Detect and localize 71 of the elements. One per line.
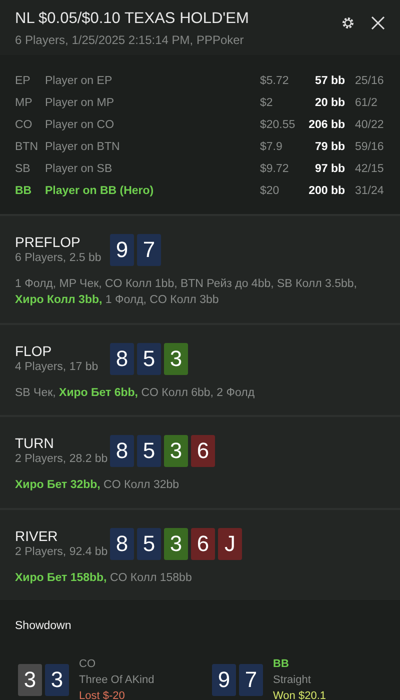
playing-card: 3 xyxy=(164,342,188,374)
player-name: Player on MP xyxy=(45,96,116,111)
player-stats: 61/2 xyxy=(354,96,378,111)
street-actions: Хиро Бет 32bb, CO Колл 32bb xyxy=(15,478,180,493)
street-info: 2 Players, 92.4 bb xyxy=(15,546,109,558)
showdown-position: CO xyxy=(79,658,96,670)
player-name: Player on BB (Hero) xyxy=(45,184,155,199)
playing-card: 9 xyxy=(110,234,134,266)
player-stats: 31/24 xyxy=(354,184,385,199)
street-info: 2 Players, 28.2 bb xyxy=(15,453,109,465)
player-bb: 97 bb xyxy=(314,162,345,177)
player-stack: $5.72 xyxy=(260,74,290,89)
player-bb: 206 bb xyxy=(308,118,345,133)
player-stack: $20.55 xyxy=(260,118,296,133)
player-bb: 79 bb xyxy=(314,140,345,155)
playing-card: 7 xyxy=(137,234,161,266)
player-name: Player on SB xyxy=(45,162,114,177)
player-position: SB xyxy=(15,162,32,177)
playing-card: 6 xyxy=(191,435,215,467)
playing-card: 6 xyxy=(191,528,215,560)
player-bb: 20 bb xyxy=(314,96,345,111)
settings-icon[interactable] xyxy=(341,16,355,30)
playing-card: 3 xyxy=(164,528,188,560)
player-stack: $2 xyxy=(260,96,274,111)
street-actions: SB Чек, Хиро Бет 6bb, CO Колл 6bb, 2 Фолд xyxy=(15,386,256,400)
player-stats: 25/16 xyxy=(354,74,385,89)
street-name: TURN xyxy=(15,435,55,451)
player-stats: 59/16 xyxy=(354,140,385,155)
playing-card: 5 xyxy=(137,528,161,560)
playing-card: 9 xyxy=(212,664,236,696)
playing-card: 5 xyxy=(137,342,161,374)
street-name: FLOP xyxy=(15,342,53,358)
player-position: CO xyxy=(15,118,34,133)
hand-rank: Three Of AKind xyxy=(79,674,154,686)
street-name: RIVER xyxy=(15,528,59,544)
player-stats: 40/22 xyxy=(354,118,385,133)
player-position: BTN xyxy=(15,140,39,155)
playing-card: 8 xyxy=(110,435,134,467)
close-icon[interactable] xyxy=(371,16,385,30)
playing-card: 5 xyxy=(137,435,161,467)
playing-card: J xyxy=(218,528,242,560)
street-info: 4 Players, 17 bb xyxy=(15,360,100,372)
playing-card: 8 xyxy=(110,342,134,374)
street-actions: 1 Фолд, MP Чек, CO Колл 1bb, BTN Рейз до 4bb, SB Колл 3.5bb, Хиро Колл 3bb, 1 Фолд, CO Колл 3bb xyxy=(15,276,358,308)
hand-subtitle: 6 Players, 1/25/2025 2:15:14 PM, PPPoker xyxy=(15,33,245,47)
player-stack: $20 xyxy=(260,184,280,199)
playing-card: 3 xyxy=(164,435,188,467)
street-info: 6 Players, 2.5 bb xyxy=(15,252,102,264)
hand-result: Lost $-20 xyxy=(79,690,126,700)
street-actions: Хиро Бет 158bb, CO Колл 158bb xyxy=(15,570,193,586)
player-stack: $7.9 xyxy=(260,140,284,155)
playing-card: 3 xyxy=(45,664,69,696)
player-position: BB xyxy=(15,184,33,199)
hand-rank: Straight xyxy=(273,674,312,686)
hand-title: NL $0.05/$0.10 TEXAS HOLD'EM xyxy=(15,10,250,28)
player-position: MP xyxy=(15,96,34,111)
playing-card: 3 xyxy=(18,664,42,696)
showdown-position: BB xyxy=(273,658,290,670)
player-name: Player on EP xyxy=(45,74,114,89)
player-name: Player on BTN xyxy=(45,140,121,155)
playing-card: 8 xyxy=(110,528,134,560)
showdown-title: Showdown xyxy=(15,620,72,632)
player-position: EP xyxy=(15,74,32,89)
street-name: PREFLOP xyxy=(15,234,82,250)
player-bb: 57 bb xyxy=(314,74,345,89)
player-name: Player on CO xyxy=(45,118,116,133)
hand-result: Won $20.1 xyxy=(273,690,326,700)
player-stack: $9.72 xyxy=(260,162,290,177)
player-bb: 200 bb xyxy=(308,184,345,199)
player-stats: 42/15 xyxy=(354,162,385,177)
playing-card: 7 xyxy=(239,664,263,696)
